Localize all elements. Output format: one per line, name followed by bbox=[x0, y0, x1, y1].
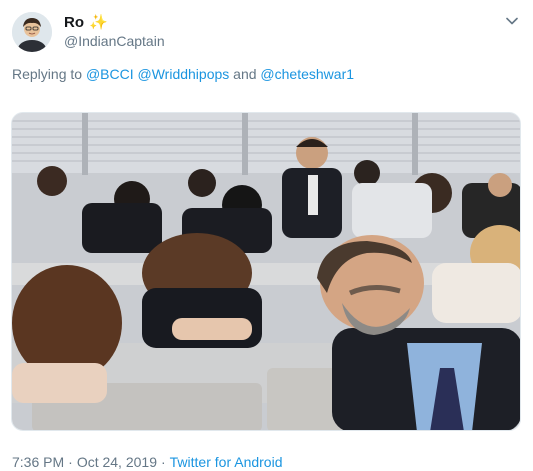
photo-image bbox=[12, 113, 520, 430]
avatar-image bbox=[12, 12, 52, 52]
mention-link[interactable]: @BCCI bbox=[86, 66, 134, 82]
sparkle-icon: ✨ bbox=[89, 14, 108, 31]
and-word: and bbox=[233, 66, 257, 82]
user-handle[interactable]: @IndianCaptain bbox=[64, 33, 165, 49]
tweet-photo[interactable] bbox=[11, 112, 521, 431]
tweet-source[interactable]: Twitter for Android bbox=[170, 454, 283, 470]
mention-link[interactable]: @cheteshwar1 bbox=[260, 66, 354, 82]
tweet: Ro ✨ @IndianCaptain Replying to @BCCI @W… bbox=[0, 0, 533, 471]
tweet-meta: 7:36 PM · Oct 24, 2019 · Twitter for Android bbox=[12, 454, 282, 470]
chevron-down-icon bbox=[506, 17, 518, 25]
avatar[interactable] bbox=[12, 12, 52, 52]
replying-to: Replying to @BCCI @Wriddhipops and @chet… bbox=[12, 66, 354, 82]
tweet-time[interactable]: 7:36 PM bbox=[12, 454, 64, 470]
display-name[interactable]: Ro bbox=[64, 14, 84, 31]
replying-prefix: Replying to bbox=[12, 66, 83, 82]
separator: · bbox=[68, 454, 73, 470]
more-options-button[interactable] bbox=[503, 12, 521, 30]
mention-link[interactable]: @Wriddhipops bbox=[138, 66, 230, 82]
tweet-date[interactable]: Oct 24, 2019 bbox=[77, 454, 157, 470]
separator: · bbox=[160, 454, 166, 470]
name-row: Ro ✨ bbox=[64, 14, 108, 31]
